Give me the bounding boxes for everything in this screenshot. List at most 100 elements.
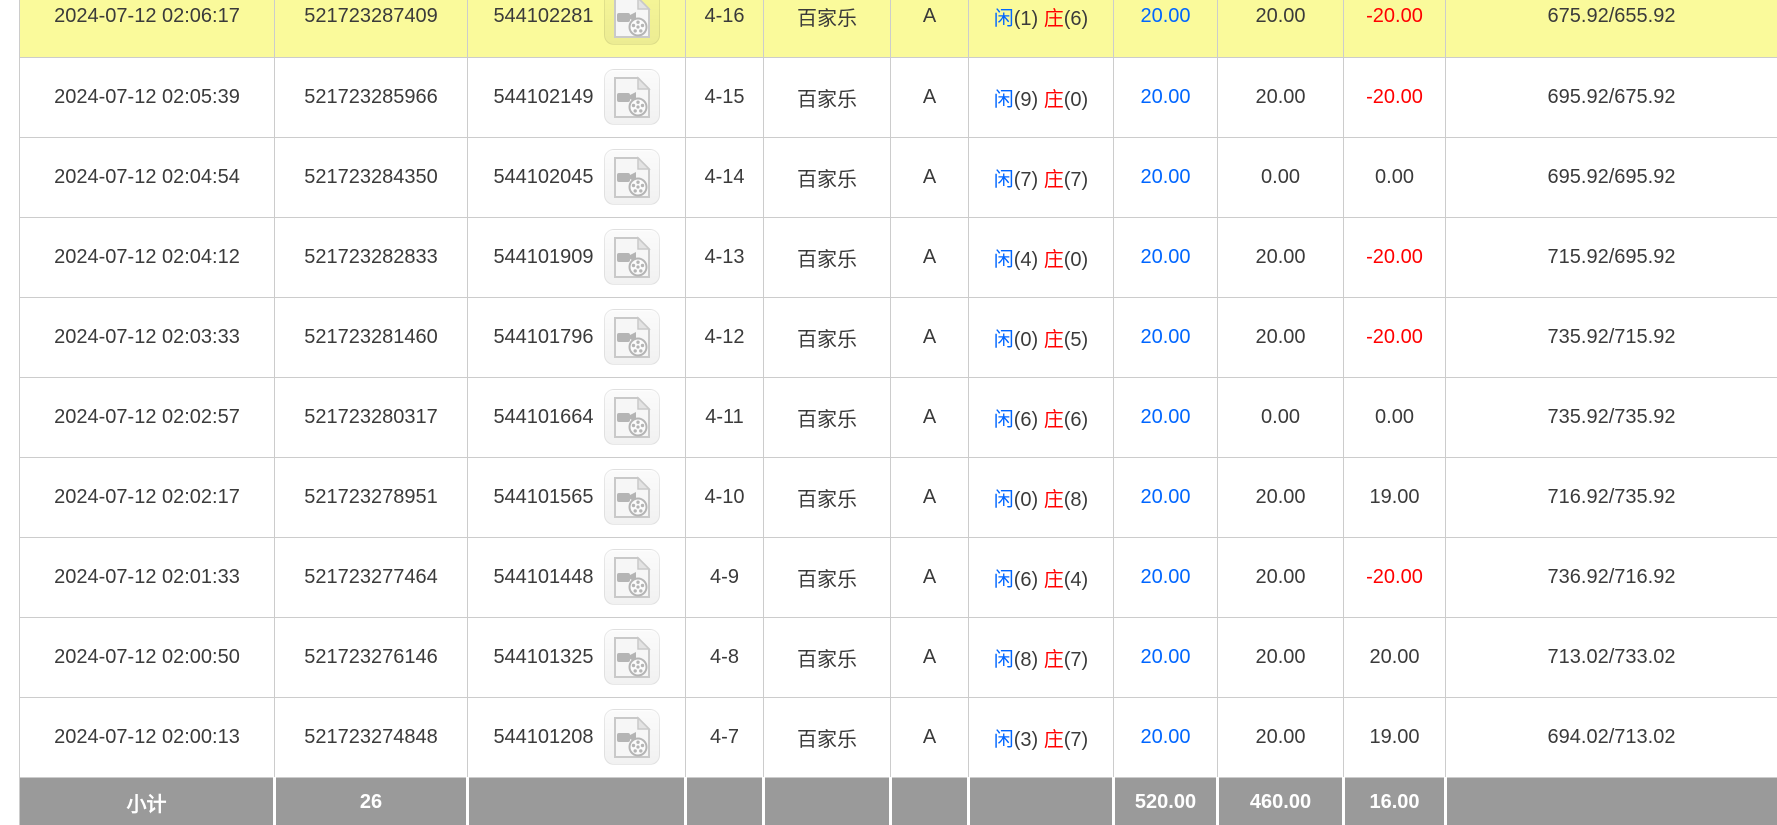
player-label: 闲 [994, 569, 1014, 591]
cell-result: 闲(9) 庄(0) [969, 57, 1114, 137]
cell-balance: 715.92/695.92 [1446, 217, 1777, 297]
video-replay-button[interactable] [604, 229, 660, 285]
video-record-icon [612, 74, 652, 120]
summary-winloss-total: 16.00 [1344, 777, 1446, 825]
video-replay-button[interactable] [604, 149, 660, 205]
cell-result: 闲(0) 庄(5) [969, 297, 1114, 377]
table-row-highlighted[interactable]: 2024-07-12 02:06:17521723287409544102281… [20, 0, 1777, 57]
cell-valid-bet: 20.00 [1218, 617, 1344, 697]
video-replay-button[interactable] [604, 309, 660, 365]
bet-records-table: 2024-07-12 02:06:17521723287409544102281… [19, 0, 1777, 825]
cell-bet-amount: 20.00 [1114, 457, 1218, 537]
cell-order-id: 521723285966 [275, 57, 468, 137]
table-row[interactable]: 2024-07-12 02:01:33521723277464544101448… [20, 537, 1777, 617]
video-record-icon [612, 394, 652, 440]
cell-order-id: 521723284350 [275, 137, 468, 217]
banker-score: (6) [1064, 8, 1088, 30]
video-record-icon [612, 154, 652, 200]
table-row[interactable]: 2024-07-12 02:00:50521723276146544101325… [20, 617, 1777, 697]
cell-order-id: 521723278951 [275, 457, 468, 537]
summary-empty-game [468, 777, 686, 825]
table-row[interactable]: 2024-07-12 02:05:39521723285966544102149… [20, 57, 1777, 137]
cell-valid-bet: 20.00 [1218, 217, 1344, 297]
banker-label: 庄 [1044, 329, 1064, 351]
cell-game-type: 百家乐 [764, 697, 891, 777]
cell-round: 4-15 [686, 57, 764, 137]
cell-result: 闲(0) 庄(8) [969, 457, 1114, 537]
player-label: 闲 [994, 169, 1014, 191]
table-row[interactable]: 2024-07-12 02:00:13521723274848544101208… [20, 697, 1777, 777]
cell-order-id: 521723282833 [275, 217, 468, 297]
summary-empty-round [686, 777, 764, 825]
cell-win-loss: 0.00 [1344, 137, 1446, 217]
game-id-with-video: 544101565 [472, 469, 681, 525]
table-row[interactable]: 2024-07-12 02:02:57521723280317544101664… [20, 377, 1777, 457]
game-id-with-video: 544101909 [472, 229, 681, 285]
game-id-with-video: 544102045 [472, 149, 681, 205]
cell-game-id: 544101448 [468, 537, 686, 617]
cell-table-name: A [891, 297, 969, 377]
video-replay-button[interactable] [604, 0, 660, 45]
cell-bet-time: 2024-07-12 02:06:17 [20, 0, 275, 57]
cell-game-type: 百家乐 [764, 137, 891, 217]
video-replay-button[interactable] [604, 629, 660, 685]
banker-label: 庄 [1044, 169, 1064, 191]
video-record-icon [612, 714, 652, 760]
video-replay-button[interactable] [604, 709, 660, 765]
cell-game-type: 百家乐 [764, 457, 891, 537]
cell-round: 4-12 [686, 297, 764, 377]
cell-game-id: 544101565 [468, 457, 686, 537]
cell-balance: 694.02/713.02 [1446, 697, 1777, 777]
cell-game-type: 百家乐 [764, 377, 891, 457]
video-replay-button[interactable] [604, 69, 660, 125]
game-id-text: 544102149 [493, 86, 593, 109]
cell-win-loss: 19.00 [1344, 457, 1446, 537]
cell-game-id: 544102149 [468, 57, 686, 137]
banker-score: (0) [1064, 89, 1088, 111]
cell-valid-bet: 0.00 [1218, 137, 1344, 217]
cell-valid-bet: 20.00 [1218, 0, 1344, 57]
player-label: 闲 [994, 89, 1014, 111]
table-row[interactable]: 2024-07-12 02:02:17521723278951 544101565… [20, 457, 1777, 537]
table-row[interactable]: 2024-07-12 02:04:12521723282833544101909… [20, 217, 1777, 297]
cell-balance: 695.92/695.92 [1446, 137, 1777, 217]
cell-result: 闲(8) 庄(7) [969, 617, 1114, 697]
cell-bet-time: 2024-07-12 02:00:50 [20, 617, 275, 697]
video-replay-button[interactable] [604, 549, 660, 605]
banker-score: (8) [1064, 489, 1088, 511]
game-id-with-video: 544101796 [472, 309, 681, 365]
summary-empty-result [969, 777, 1114, 825]
cell-bet-amount: 20.00 [1114, 0, 1218, 57]
cell-order-id: 521723276146 [275, 617, 468, 697]
cell-win-loss: -20.00 [1344, 297, 1446, 377]
cell-win-loss: 0.00 [1344, 377, 1446, 457]
cell-table-name: A [891, 377, 969, 457]
cell-bet-time: 2024-07-12 02:02:17 [20, 457, 275, 537]
bet-records-page: 2024-07-12 02:06:17521723287409544102281… [0, 0, 1777, 825]
game-id-text: 544101796 [493, 326, 593, 349]
player-score: (0) [1014, 489, 1044, 511]
cell-balance: 675.92/655.92 [1446, 0, 1777, 57]
video-replay-button[interactable] [604, 389, 660, 445]
cell-win-loss: -20.00 [1344, 537, 1446, 617]
cell-bet-time: 2024-07-12 02:02:57 [20, 377, 275, 457]
summary-empty-type [764, 777, 891, 825]
cell-table-name: A [891, 697, 969, 777]
cell-bet-time: 2024-07-12 02:04:54 [20, 137, 275, 217]
cell-game-id: 544101325 [468, 617, 686, 697]
cell-valid-bet: 20.00 [1218, 457, 1344, 537]
cell-bet-amount: 20.00 [1114, 57, 1218, 137]
table-row[interactable]: 2024-07-12 02:03:33521723281460544101796… [20, 297, 1777, 377]
video-record-icon [612, 474, 652, 520]
banker-label: 庄 [1044, 729, 1064, 751]
game-id-text: 544101565 [493, 486, 593, 509]
player-label: 闲 [994, 329, 1014, 351]
cell-round: 4-16 [686, 0, 764, 57]
table-row[interactable]: 2024-07-12 02:04:54521723284350544102045… [20, 137, 1777, 217]
cell-win-loss: -20.00 [1344, 57, 1446, 137]
cell-order-id: 521723277464 [275, 537, 468, 617]
cell-valid-bet: 20.00 [1218, 697, 1344, 777]
video-replay-button[interactable] [604, 469, 660, 525]
cell-bet-amount: 20.00 [1114, 697, 1218, 777]
player-label: 闲 [994, 409, 1014, 431]
